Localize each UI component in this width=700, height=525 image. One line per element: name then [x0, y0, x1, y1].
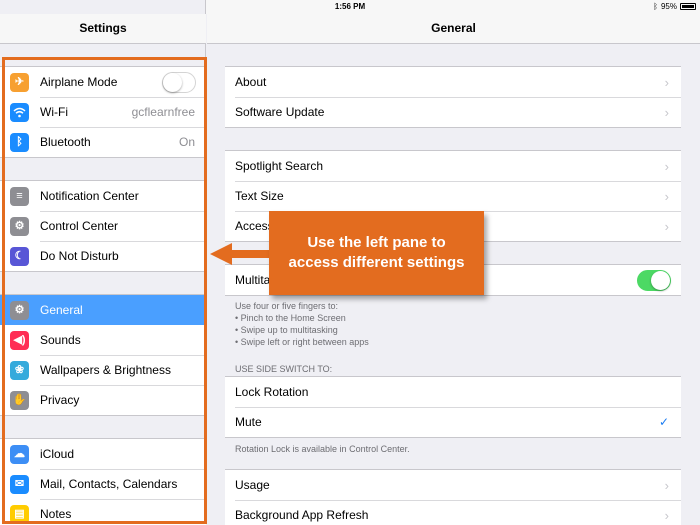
- toggle-knob: [651, 270, 670, 290]
- row-lock-rotation[interactable]: Lock Rotation: [225, 377, 681, 407]
- row-about[interactable]: About ›: [225, 67, 681, 97]
- checkmark-icon: ✓: [658, 415, 669, 429]
- sidebar-item-label: Control Center: [40, 219, 119, 233]
- sidebar-item-privacy[interactable]: ✋ Privacy: [0, 385, 206, 415]
- row-label: About: [235, 75, 267, 89]
- chevron-right-icon: ›: [664, 477, 669, 493]
- control-center-icon: ⚙: [10, 216, 29, 236]
- wifi-icon: [10, 102, 29, 122]
- bluetooth-icon: ᛒ: [10, 132, 29, 152]
- battery-percent: 95%: [660, 2, 677, 11]
- callout-line-1: Use the left pane to: [307, 234, 446, 251]
- chevron-right-icon: ›: [664, 218, 669, 234]
- row-label: Mute: [235, 415, 262, 429]
- sidebar-item-notification-center[interactable]: ≡ Notification Center: [0, 181, 206, 211]
- general-group-usage: Usage › Background App Refresh ›: [225, 469, 681, 525]
- row-spotlight-search[interactable]: Spotlight Search ›: [225, 151, 681, 181]
- moon-icon: ☾: [10, 246, 29, 266]
- multitasking-note: Use four or five fingers to: • Pinch to …: [235, 300, 369, 348]
- callout-arrow-head: [210, 243, 232, 265]
- side-switch-note: Rotation Lock is available in Control Ce…: [235, 444, 410, 454]
- page-title: General: [431, 21, 476, 35]
- toggle-knob: [163, 72, 182, 92]
- left-pane-title: Settings: [79, 21, 127, 35]
- row-label: Spotlight Search: [235, 159, 324, 173]
- gear-icon: ⚙: [10, 300, 29, 320]
- section-header-side-switch: USE SIDE SWITCH TO:: [235, 364, 333, 374]
- chevron-right-icon: ›: [664, 507, 669, 523]
- callout-arrow-shaft: [230, 250, 270, 258]
- chevron-right-icon: ›: [664, 188, 669, 204]
- wifi-network-value: gcflearnfree: [131, 105, 195, 119]
- sidebar-item-bluetooth[interactable]: ᛒ Bluetooth On: [0, 127, 206, 157]
- row-label: Usage: [235, 478, 270, 492]
- row-label: Background App Refresh: [235, 508, 369, 522]
- chevron-right-icon: ›: [664, 158, 669, 174]
- sidebar-item-label: Sounds: [40, 333, 81, 347]
- sidebar-item-control-center[interactable]: ⚙ Control Center: [0, 211, 206, 241]
- note-line: • Swipe up to multitasking: [235, 325, 338, 335]
- flower-icon: ❀: [10, 360, 29, 380]
- sidebar-item-wifi[interactable]: Wi-Fi gcflearnfree: [0, 97, 206, 127]
- speaker-icon: ◀): [10, 330, 29, 350]
- notes-icon: ▤: [10, 504, 29, 524]
- cloud-icon: ☁: [10, 444, 29, 464]
- row-label: Text Size: [235, 189, 284, 203]
- row-text-size[interactable]: Text Size ›: [225, 181, 681, 211]
- left-group-connectivity: ✈ Airplane Mode Wi-Fi gcflearnfree ᛒ Blu…: [0, 66, 206, 158]
- callout-box: Use the left pane to access different se…: [269, 211, 484, 295]
- sidebar-item-label: Wallpapers & Brightness: [40, 363, 171, 377]
- hand-icon: ✋: [10, 390, 29, 410]
- chevron-right-icon: ›: [664, 74, 669, 90]
- row-software-update[interactable]: Software Update ›: [225, 97, 681, 127]
- row-label: Software Update: [235, 105, 325, 119]
- general-group-info: About › Software Update ›: [225, 66, 681, 128]
- chevron-right-icon: ›: [664, 104, 669, 120]
- multitasking-toggle[interactable]: [637, 269, 671, 291]
- airplane-icon: ✈: [10, 72, 29, 92]
- notification-center-icon: ≡: [10, 186, 29, 206]
- sidebar-item-wallpapers-brightness[interactable]: ❀ Wallpapers & Brightness: [0, 355, 206, 385]
- sidebar-item-label: Notes: [40, 507, 72, 521]
- battery-icon: [680, 3, 696, 10]
- sidebar-item-icloud[interactable]: ☁ iCloud: [0, 439, 206, 469]
- sidebar-item-label: Do Not Disturb: [40, 249, 119, 263]
- general-group-side-switch: Lock Rotation Mute ✓: [225, 376, 681, 438]
- sidebar-item-label: Wi-Fi: [40, 105, 68, 119]
- sidebar-item-label: General: [40, 303, 83, 317]
- sidebar-item-label: Privacy: [40, 393, 80, 407]
- bluetooth-status-icon: ᛒ: [653, 2, 658, 11]
- mail-icon: ✉: [10, 474, 29, 494]
- status-right: ᛒ 95%: [653, 2, 696, 11]
- sidebar-item-mail-contacts-calendars[interactable]: ✉ Mail, Contacts, Calendars: [0, 469, 206, 499]
- note-line: • Swipe left or right between apps: [235, 337, 369, 347]
- callout-line-2: access different settings: [288, 254, 465, 271]
- sidebar-item-notes[interactable]: ▤ Notes: [0, 499, 206, 525]
- left-group-accounts: ☁ iCloud ✉ Mail, Contacts, Calendars ▤ N…: [0, 438, 206, 525]
- sidebar-item-label: Notification Center: [40, 189, 139, 203]
- sidebar-item-label: iCloud: [40, 447, 75, 461]
- sidebar-item-do-not-disturb[interactable]: ☾ Do Not Disturb: [0, 241, 206, 271]
- right-nav-bar: General: [207, 14, 700, 44]
- left-group-system: ⚙ General ◀) Sounds ❀ Wallpapers & Brigh…: [0, 294, 206, 416]
- sidebar-item-sounds[interactable]: ◀) Sounds: [0, 325, 206, 355]
- row-background-app-refresh[interactable]: Background App Refresh ›: [225, 500, 681, 525]
- left-group-notifications: ≡ Notification Center ⚙ Control Center ☾…: [0, 180, 206, 272]
- note-line: Use four or five fingers to:: [235, 301, 339, 311]
- note-line: • Pinch to the Home Screen: [235, 313, 346, 323]
- row-usage[interactable]: Usage ›: [225, 470, 681, 500]
- left-nav-bar: Settings: [0, 14, 206, 44]
- bluetooth-value: On: [178, 135, 195, 149]
- sidebar-item-general[interactable]: ⚙ General: [0, 295, 206, 325]
- sidebar-item-airplane-mode[interactable]: ✈ Airplane Mode: [0, 67, 206, 97]
- row-mute[interactable]: Mute ✓: [225, 407, 681, 437]
- row-label: Lock Rotation: [235, 385, 309, 399]
- sidebar-item-label: Mail, Contacts, Calendars: [40, 477, 178, 491]
- airplane-mode-toggle[interactable]: [162, 71, 196, 93]
- sidebar-item-label: Bluetooth: [40, 135, 91, 149]
- sidebar-item-label: Airplane Mode: [40, 75, 118, 89]
